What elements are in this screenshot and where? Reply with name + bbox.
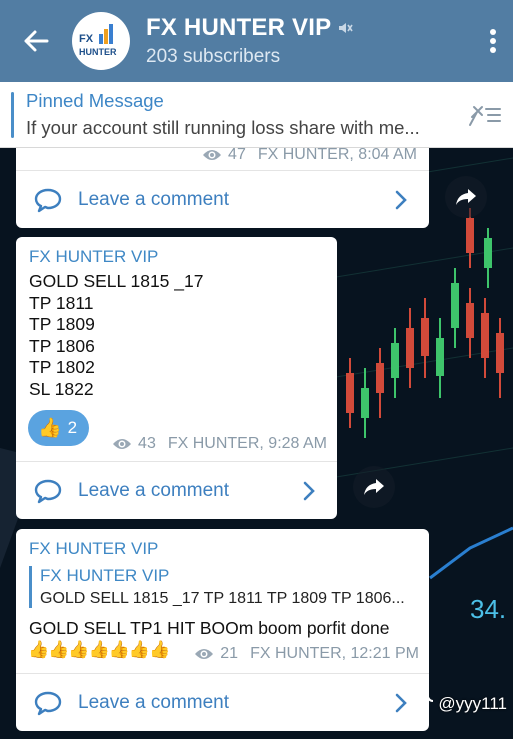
eye-icon [113, 439, 132, 449]
thumbs-up-icon: 👍 [38, 418, 62, 439]
share-arrow-icon [364, 479, 384, 495]
message-text: GOLD SELL TP1 HIT BOOm boom porfit done [29, 618, 390, 638]
pinned-message-bar[interactable]: Pinned Message If your account still run… [0, 82, 513, 148]
message-line: TP 1809 [29, 314, 95, 335]
speech-bubble-icon [34, 691, 62, 715]
watermark-text: @yyy111 [438, 694, 507, 713]
view-count: 21 [220, 645, 239, 662]
message-author-time: FX HUNTER, 8:04 AM [257, 146, 417, 163]
leave-comment-button[interactable]: Leave a comment [16, 461, 337, 519]
arrow-left-icon [24, 30, 49, 52]
avatar-text-bottom: HUNTER [79, 47, 117, 57]
thumbs-up-emojis: 👍👍👍👍👍👍👍 [28, 640, 170, 659]
channel-avatar[interactable]: FX HUNTER [72, 12, 130, 70]
subscriber-count: 203 subscribers [146, 46, 281, 67]
leave-comment-button[interactable]: Leave a comment [16, 170, 429, 228]
more-vertical-icon [490, 29, 496, 53]
channel-title-block[interactable]: FX HUNTER VIP 203 subscribers [146, 14, 473, 68]
eye-icon [203, 150, 222, 160]
reply-preview[interactable]: FX HUNTER VIP GOLD SELL 1815 _17 TP 1811… [29, 566, 419, 608]
forward-button-1[interactable] [445, 176, 487, 218]
message-line: TP 1802 [29, 357, 95, 378]
speech-bubble-icon [34, 188, 62, 212]
message-author-time: FX HUNTER, 9:28 AM [167, 435, 327, 452]
reply-text: GOLD SELL 1815 _17 TP 1811 TP 1809 TP 18… [40, 590, 405, 607]
message-line: GOLD SELL 1815 _17 [29, 271, 204, 291]
message-card-1: 47 FX HUNTER, 8:04 AM Leave a comment [16, 146, 429, 228]
message-line: SL 1822 [29, 378, 94, 399]
back-button[interactable] [0, 0, 72, 82]
message-line: TP 1811 [29, 292, 94, 313]
tiktok-icon [421, 696, 434, 711]
pinned-title: Pinned Message [26, 90, 164, 111]
reply-sender: FX HUNTER VIP [40, 566, 170, 585]
message-sender: FX HUNTER VIP [29, 247, 159, 266]
fx-hunter-logo-icon: FX HUNTER [73, 13, 129, 69]
pinned-text: If your account still running loss share… [26, 117, 420, 138]
chevron-right-icon [303, 481, 315, 500]
message-text: GOLD SELL 1815 _17 TP 1811 TP 1809 TP 18… [29, 271, 203, 401]
reaction-count: 2 [67, 418, 78, 437]
channel-header: FX HUNTER FX HUNTER VIP 203 subscribers [0, 0, 513, 82]
speech-bubble-icon [34, 479, 62, 503]
leave-comment-label: Leave a comment [78, 691, 230, 713]
pinned-indicator [11, 91, 14, 138]
channel-title: FX HUNTER VIP [146, 14, 332, 41]
share-arrow-icon [456, 189, 476, 205]
more-options-button[interactable] [473, 0, 513, 82]
eye-icon [195, 649, 214, 659]
message-line: TP 1806 [29, 335, 95, 356]
message-card-3: FX HUNTER VIP FX HUNTER VIP GOLD SELL 18… [16, 529, 429, 731]
leave-comment-label: Leave a comment [78, 479, 230, 501]
chevron-right-icon [395, 190, 407, 209]
watermark: @yyy111 [420, 694, 507, 714]
avatar-text-top: FX [79, 33, 94, 45]
leave-comment-label: Leave a comment [78, 188, 230, 210]
message-sender: FX HUNTER VIP [29, 539, 159, 558]
view-count: 43 [138, 435, 156, 452]
message-author-time: FX HUNTER, 12:21 PM [250, 645, 419, 662]
background-price-number: 34. [470, 594, 506, 624]
message-card-2: FX HUNTER VIP GOLD SELL 1815 _17 TP 1811… [16, 237, 337, 519]
view-count: 47 [228, 146, 246, 163]
pinned-list-button[interactable] [457, 103, 513, 127]
forward-button-2[interactable] [353, 466, 395, 508]
pinned-list-icon [469, 105, 501, 126]
leave-comment-button[interactable]: Leave a comment [16, 673, 429, 731]
reaction-chip[interactable]: 👍 2 [28, 410, 90, 446]
muted-speaker-icon [339, 23, 353, 33]
chevron-right-icon [395, 693, 407, 712]
